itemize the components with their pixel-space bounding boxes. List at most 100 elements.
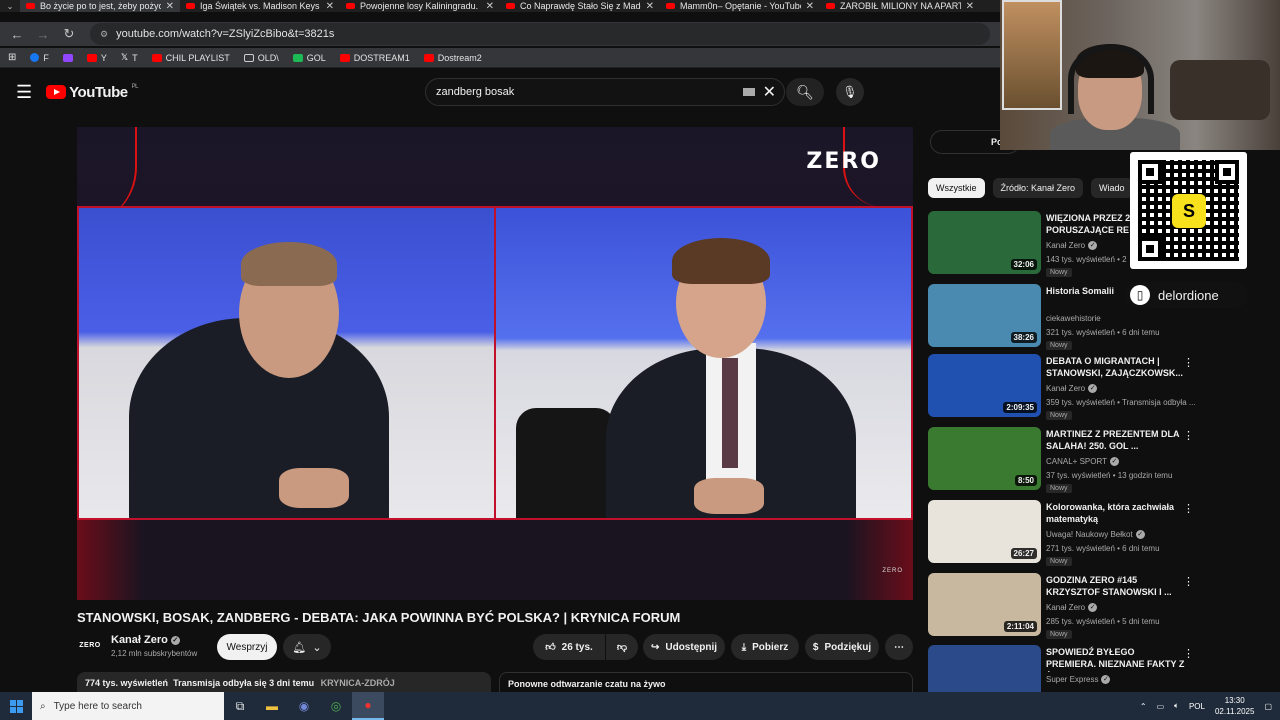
task-view-icon[interactable]: ⧉: [224, 692, 256, 720]
recommendation-channel[interactable]: Kanał Zero ✓: [1046, 603, 1098, 613]
location-hashtag[interactable]: KRYNICA-ZDRÓJ: [321, 678, 395, 688]
dislike-button[interactable]: 👎︎: [606, 634, 638, 660]
close-tab-icon[interactable]: ✕: [326, 1, 334, 12]
browser-tab[interactable]: Powojenne losy Kaliningradu. P ✕: [340, 0, 500, 12]
youtube-logo[interactable]: YouTube PL: [46, 84, 138, 101]
more-vertical-icon[interactable]: ⋮: [1183, 356, 1194, 369]
recommendation-item[interactable]: 2:09:35 DEBATA O MIGRANTACH | STANOWSKI, …: [928, 354, 1200, 420]
close-tab-icon[interactable]: ✕: [486, 1, 494, 12]
chevron-up-icon[interactable]: ⌃: [1140, 702, 1147, 711]
bookmark-youtube[interactable]: Y: [86, 53, 107, 63]
video-thumbnail[interactable]: 8:50: [928, 427, 1041, 490]
language-indicator[interactable]: POL: [1189, 702, 1205, 711]
browser-tab[interactable]: Mamm0n– Opętanie - YouTube ✕: [660, 0, 820, 12]
more-actions-button[interactable]: ⋯: [885, 634, 913, 660]
video-thumbnail[interactable]: 38:26: [928, 284, 1041, 347]
browser-tab[interactable]: Bo życie po to jest, żeby pożyczać ✕: [20, 0, 180, 12]
recommendation-channel[interactable]: ciekawehistorie: [1046, 314, 1101, 323]
chrome-icon[interactable]: ◎: [320, 692, 352, 720]
hamburger-menu-icon[interactable]: ☰: [16, 82, 32, 103]
more-vertical-icon[interactable]: ⋮: [1183, 575, 1194, 588]
video-thumbnail[interactable]: 2:09:35: [928, 354, 1041, 417]
recommendation-title[interactable]: SPOWIEDŹ BYŁEGO PREMIERA. NIEZNANE FAKTY…: [1046, 646, 1186, 672]
recommendation-item[interactable]: 2:11:04 GODZINA ZERO #145 KRZYSZTOF STANO…: [928, 573, 1200, 639]
recommendation-title[interactable]: GODZINA ZERO #145 KRZYSZTOF STANOWSKI I …: [1046, 574, 1186, 598]
video-duration: 8:50: [1014, 475, 1037, 486]
subscription-bell-button[interactable]: 🔔︎ ⌄: [283, 634, 331, 660]
recommendation-channel[interactable]: Uwaga! Naukowy Bełkot ✓: [1046, 530, 1145, 540]
more-vertical-icon[interactable]: ⋮: [1183, 429, 1194, 442]
tab-search-icon[interactable]: ⌄: [0, 2, 20, 11]
download-button[interactable]: ⤓ Pobierz: [731, 634, 799, 660]
share-button[interactable]: ↪ Udostępnij: [643, 634, 725, 660]
bookmark-dostream2[interactable]: Dostream2: [423, 53, 482, 63]
file-explorer-icon[interactable]: ▬: [256, 692, 288, 720]
browser-tab[interactable]: Iga Świątek vs. Madison Keys | ✕: [180, 0, 340, 12]
site-info-icon[interactable]: ⚙: [100, 29, 108, 40]
channel-avatar[interactable]: ZERO: [77, 637, 103, 653]
more-vertical-icon[interactable]: ⋮: [1183, 647, 1194, 660]
browser-tab[interactable]: Co Naprawdę Stało Się z Made ✕: [500, 0, 660, 12]
bookmark-chil-playlist[interactable]: CHIL PLAYLIST: [151, 53, 230, 63]
recommendation-item[interactable]: 8:50 MARTINEZ Z PREZENTEM DLA SALAHA! 250…: [928, 427, 1200, 493]
back-button[interactable]: ←: [6, 27, 28, 42]
search-box[interactable]: zandberg bosak ✕: [425, 78, 785, 106]
video-thumbnail[interactable]: 32:06: [928, 211, 1041, 274]
verified-icon: ✓: [1109, 457, 1119, 467]
recommendation-title[interactable]: Kolorowanka, która zachwiała matematyką: [1046, 501, 1186, 525]
video-thumbnail[interactable]: 2:11:04: [928, 573, 1041, 636]
channel-name[interactable]: Kanał Zero ✓: [111, 634, 180, 646]
recommendation-channel[interactable]: Kanał Zero ✓: [1046, 384, 1098, 394]
support-button[interactable]: Wesprzyj: [217, 634, 277, 660]
volume-icon[interactable]: 🔈︎: [1174, 701, 1179, 711]
bookmark-gol[interactable]: GOL: [292, 53, 326, 63]
youtube-favicon-icon: [26, 3, 35, 9]
apps-grid-icon[interactable]: ⊞: [8, 52, 16, 63]
network-icon[interactable]: ▭: [1157, 702, 1165, 711]
qr-logo: S: [1172, 194, 1206, 228]
webcam-overlay: [1000, 0, 1280, 150]
youtube-logo-text: YouTube: [69, 83, 128, 101]
video-thumbnail[interactable]: 26:27: [928, 500, 1041, 563]
bookmark-dostream1[interactable]: DOSTREAM1: [339, 53, 410, 63]
like-button[interactable]: 👍︎ 26 tys.: [533, 634, 605, 660]
keyboard-icon[interactable]: [742, 88, 755, 96]
search-input[interactable]: zandberg bosak: [436, 86, 743, 98]
reload-button[interactable]: ↻: [58, 26, 80, 42]
url-bar[interactable]: ⚙ youtube.com/watch?v=ZSlyiZcBibo&t=3821…: [90, 23, 990, 45]
recommendation-channel[interactable]: Kanał Zero ✓: [1046, 241, 1098, 251]
notification-icon[interactable]: ▢: [1264, 702, 1272, 711]
close-tab-icon[interactable]: ✕: [166, 1, 174, 12]
chip-news[interactable]: Wiado: [1091, 178, 1133, 198]
close-tab-icon[interactable]: ✕: [966, 1, 974, 12]
recommendation-channel[interactable]: Super Express ✓: [1046, 675, 1111, 685]
search-button[interactable]: 🔍︎: [786, 78, 824, 106]
speaker-left-hair: [241, 242, 337, 286]
bookmark-x[interactable]: 𝕏T: [121, 52, 138, 63]
chip-all[interactable]: Wszystkie: [928, 178, 985, 198]
obs-icon[interactable]: ●: [352, 692, 384, 720]
voice-search-button[interactable]: 🎙︎: [836, 78, 864, 106]
chip-source-channel[interactable]: Źródło: Kanał Zero: [992, 178, 1084, 198]
discord-icon[interactable]: ◉: [288, 692, 320, 720]
bookmark-facebook[interactable]: F: [30, 53, 49, 63]
video-player[interactable]: ZERO ZERO: [77, 127, 913, 600]
verified-icon: ✓: [1135, 530, 1145, 540]
clock[interactable]: 13:30 02.11.2025: [1215, 695, 1254, 717]
more-vertical-icon[interactable]: ⋮: [1183, 502, 1194, 515]
bookmark-twitch[interactable]: [62, 53, 73, 62]
recommendation-title[interactable]: DEBATA O MIGRANTACH | STANOWSKI, ZAJĄCZK…: [1046, 355, 1186, 379]
right-speaker-pane: [496, 208, 911, 518]
close-tab-icon[interactable]: ✕: [806, 1, 814, 12]
clear-search-icon[interactable]: ✕: [763, 82, 776, 102]
taskbar-search[interactable]: ⌕ Type here to search: [32, 692, 224, 720]
browser-tab[interactable]: ZAROBIŁ MILIONY NA APARTA ✕: [820, 0, 980, 12]
thanks-button[interactable]: $ Podziękuj: [805, 634, 879, 660]
recommendation-title[interactable]: MARTINEZ Z PREZENTEM DLA SALAHA! 250. GO…: [1046, 428, 1186, 452]
recommendation-item[interactable]: 26:27 Kolorowanka, która zachwiała matema…: [928, 500, 1200, 566]
close-tab-icon[interactable]: ✕: [646, 1, 654, 12]
recommendation-channel[interactable]: CANAL+ SPORT ✓: [1046, 457, 1119, 467]
windows-start-icon[interactable]: [0, 699, 32, 713]
bookmark-folder-old[interactable]: OLD\: [243, 53, 279, 63]
forward-button[interactable]: →: [32, 27, 54, 42]
